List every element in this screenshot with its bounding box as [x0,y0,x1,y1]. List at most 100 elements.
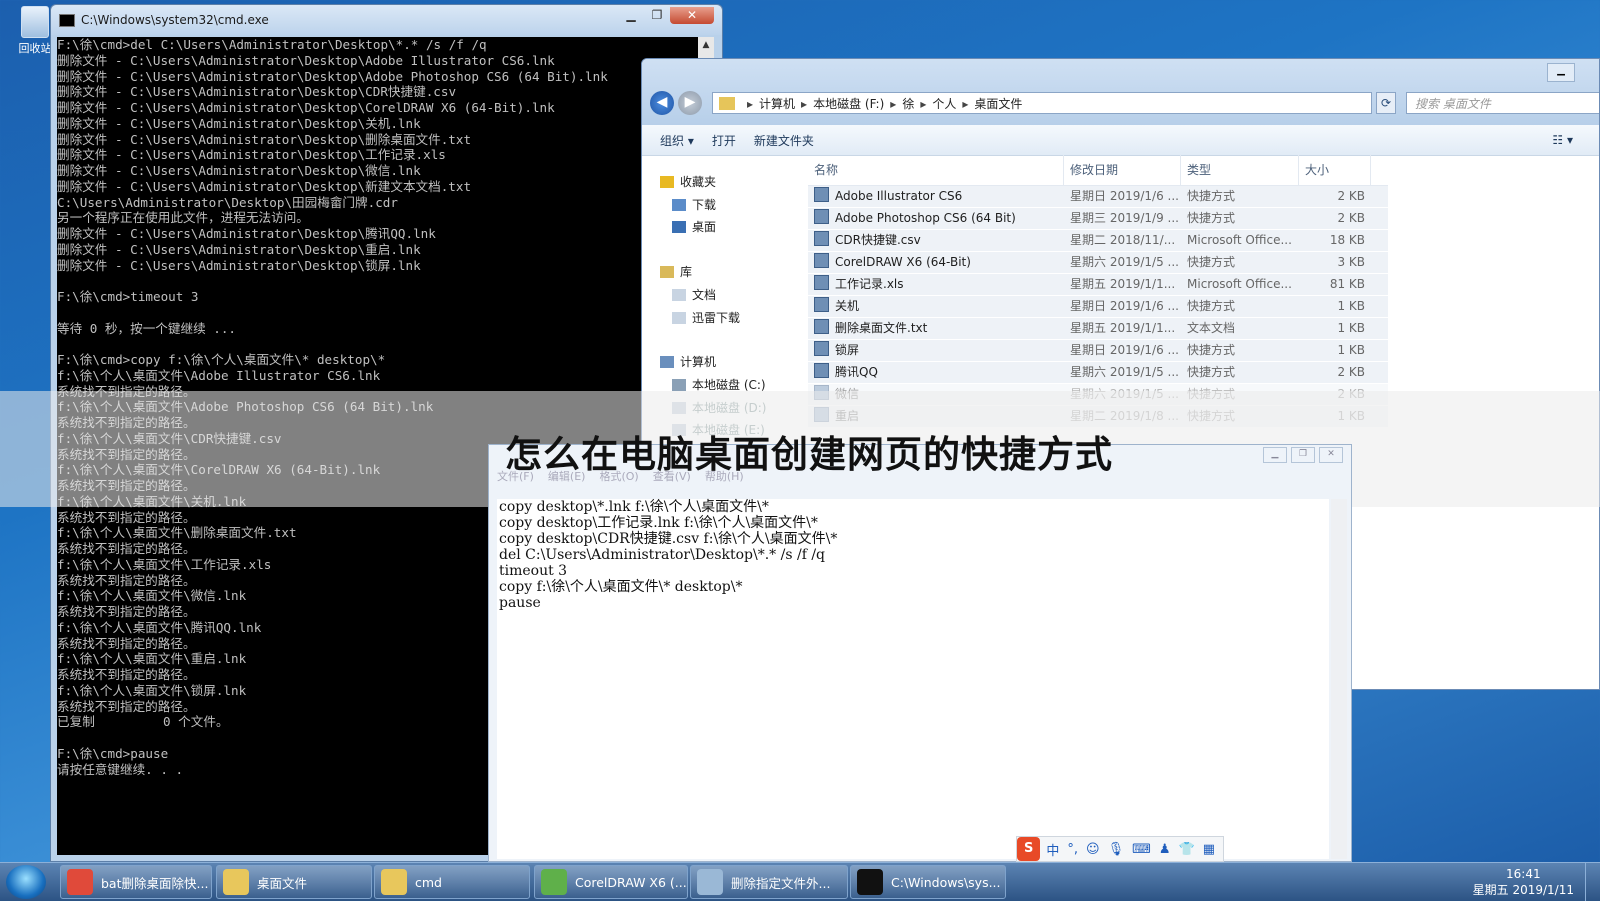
breadcrumb-separator-icon[interactable]: ▸ [801,97,807,111]
file-row[interactable]: CorelDRAW X6 (64-Bit) 星期六 2019/1/5 ... 快捷方… [808,252,1388,274]
refresh-button[interactable]: ⟳ [1376,92,1396,114]
folder-icon [719,97,735,110]
file-name-cell: 关机 [808,296,1064,317]
notepad-text[interactable]: copy desktop\*.lnk f:\徐\个人\桌面文件\* copy d… [497,499,1329,859]
explorer-minimize-button[interactable]: ▁ [1547,63,1575,82]
view-options-icon[interactable]: ☷ ▾ [1552,133,1573,147]
nav-item[interactable]: 库 [660,263,692,281]
taskbar-button[interactable]: CorelDRAW X6 (... [534,865,688,899]
breadcrumb-separator-icon[interactable]: ▸ [962,97,968,111]
nav-item-icon [672,312,686,324]
taskbar-button[interactable]: 桌面文件 [216,865,372,899]
file-name: CDR快捷键.csv [835,233,921,247]
file-name: 关机 [835,299,860,313]
file-type: Microsoft Office... [1187,233,1292,247]
breadcrumb[interactable]: ▸ 计算机 ▸ 本地磁盘 (F:) ▸ 徐 ▸ 个人 ▸ 桌面文件 [747,97,1028,111]
breadcrumb-separator-icon[interactable]: ▸ [920,97,926,111]
page-title: 怎么在电脑桌面创建网页的快捷方式 [505,433,1113,476]
breadcrumb-item[interactable]: 个人 [932,97,956,111]
search-input[interactable]: 搜索 桌面文件 [1406,92,1599,114]
taskbar-button[interactable]: cmd [374,865,530,899]
keyboard-icon[interactable]: ⌨ [1132,842,1151,857]
console-line: 删除文件 - C:\Users\Administrator\Desktop\CD… [57,84,457,100]
file-row[interactable]: 工作记录.xls 星期五 2019/1/1... Microsoft Office.… [808,274,1388,296]
notepad-window[interactable]: ▁ ❐ ✕ 文件(F) 编辑(E) 格式(O) 查看(V) 帮助(H) copy des… [488,444,1352,862]
column-headers: 名称 修改日期 类型 大小 [808,155,1388,186]
file-name-cell: 删除桌面文件.txt [808,318,1064,339]
breadcrumb-item[interactable]: 徐 [902,97,914,111]
file-name: 删除桌面文件.txt [835,321,928,335]
column-header[interactable]: 类型 [1181,155,1299,185]
cmd-title: C:\Windows\system32\cmd.exe [81,13,269,27]
mic-icon[interactable]: 🎙 [1108,842,1125,857]
recycle-bin-icon [21,6,49,38]
ime-mode[interactable]: 中 [1046,840,1059,859]
sogou-icon[interactable]: S [1017,837,1041,861]
notepad-close-button[interactable]: ✕ [1319,447,1343,463]
console-line: 删除文件 - C:\Users\Administrator\Desktop\腾讯… [57,226,436,241]
nav-item[interactable]: 收藏夹 [660,173,716,191]
notepad-minimize-button[interactable]: ▁ [1263,447,1287,463]
taskbar-button[interactable]: C:\Windows\sys... [850,865,1006,899]
nav-item[interactable]: 文档 [672,286,716,304]
shirt-icon[interactable]: 👕 [1179,842,1195,857]
file-date: 星期二 2018/11/... [1070,233,1176,247]
organize-button[interactable]: 组织 ▾ [660,132,694,149]
column-header[interactable]: 修改日期 [1064,155,1181,185]
console-line: 另一个程序正在使用此文件，进程无法访问。 [57,210,309,226]
minimize-button[interactable]: ▁ [618,7,644,24]
user-icon[interactable]: ♟ [1159,842,1171,857]
breadcrumb-item[interactable]: 桌面文件 [974,97,1022,111]
breadcrumb-separator-icon[interactable]: ▸ [747,97,753,111]
nav-item[interactable]: 迅雷下载 [672,309,740,327]
console-line: F:\徐\cmd>del C:\Users\Administrator\Desk… [57,37,487,52]
nav-item[interactable]: 计算机 [660,353,716,371]
show-desktop-button[interactable] [1585,863,1600,901]
ime-toolbar[interactable]: S 中 °, ☺ 🎙 ⌨ ♟ 👕 ▦ [1016,836,1224,862]
address-bar[interactable]: ▸ 计算机 ▸ 本地磁盘 (F:) ▸ 徐 ▸ 个人 ▸ 桌面文件 [712,92,1372,114]
file-row[interactable]: Adobe Illustrator CS6 星期日 2019/1/6 ... 快捷方… [808,186,1388,208]
file-size: 2 KB [1337,365,1365,379]
forward-button[interactable]: ▶ [678,91,702,115]
nav-item[interactable]: 桌面 [672,218,716,236]
file-list: 名称 修改日期 类型 大小 Adobe Illustrator CS6 星期日 2019… [808,155,1388,428]
close-button[interactable]: ✕ [670,7,714,24]
notepad-scrollbar[interactable] [1331,499,1347,859]
new-folder-button[interactable]: 新建文件夹 [754,132,814,149]
taskbar-button[interactable]: bat删除桌面除快... [60,865,212,899]
column-header[interactable]: 大小 [1299,155,1371,185]
taskbar-button-label: 删除指定文件外... [731,875,831,891]
file-row[interactable]: 关机 星期日 2019/1/6 ... 快捷方式 1 KB [808,296,1388,318]
scroll-up-icon[interactable]: ▲ [698,37,714,53]
nav-item-label: 收藏夹 [680,175,717,189]
open-button[interactable]: 打开 [712,132,736,149]
file-row[interactable]: 锁屏 星期日 2019/1/6 ... 快捷方式 1 KB [808,340,1388,362]
console-line: 删除文件 - C:\Users\Administrator\Desktop\锁屏… [57,257,421,273]
start-button[interactable] [6,865,46,899]
notepad-maximize-button[interactable]: ❐ [1291,447,1315,463]
file-icon [814,319,829,334]
breadcrumb-item[interactable]: 计算机 [759,97,795,111]
ime-punct[interactable]: °, [1067,842,1078,857]
file-icon [814,275,829,290]
back-button[interactable]: ◀ [650,91,674,115]
cmd-titlebar[interactable]: C:\Windows\system32\cmd.exe ▁ ❐ ✕ [51,5,722,35]
taskbar-button[interactable]: 删除指定文件外... [690,865,848,899]
file-row[interactable]: 删除桌面文件.txt 星期五 2019/1/1... 文本文档 1 KB [808,318,1388,340]
grid-icon[interactable]: ▦ [1203,842,1215,857]
breadcrumb-separator-icon[interactable]: ▸ [890,97,896,111]
nav-item[interactable]: 下载 [672,196,716,214]
maximize-button[interactable]: ❐ [644,7,670,24]
column-header[interactable]: 名称 [808,155,1064,185]
nav-item-label: 下载 [692,198,717,212]
breadcrumb-item[interactable]: 本地磁盘 (F:) [813,97,884,111]
file-row[interactable]: 腾讯QQ 星期六 2019/1/5 ... 快捷方式 2 KB [808,362,1388,384]
console-line: F:\徐\cmd>copy f:\徐\个人\桌面文件\* desktop\* [57,352,386,367]
file-name: Adobe Illustrator CS6 [835,189,963,203]
file-row[interactable]: Adobe Photoshop CS6 (64 Bit) 星期三 2019/1/9… [808,208,1388,230]
file-name-cell: 锁屏 [808,340,1064,361]
file-row[interactable]: CDR快捷键.csv 星期二 2018/11/... Microsoft Offic… [808,230,1388,252]
console-line: 删除文件 - C:\Users\Administrator\Desktop\Co… [57,100,555,115]
clock[interactable]: 16:41 星期五 2019/1/11 [1473,866,1574,898]
smiley-icon[interactable]: ☺ [1086,842,1100,857]
